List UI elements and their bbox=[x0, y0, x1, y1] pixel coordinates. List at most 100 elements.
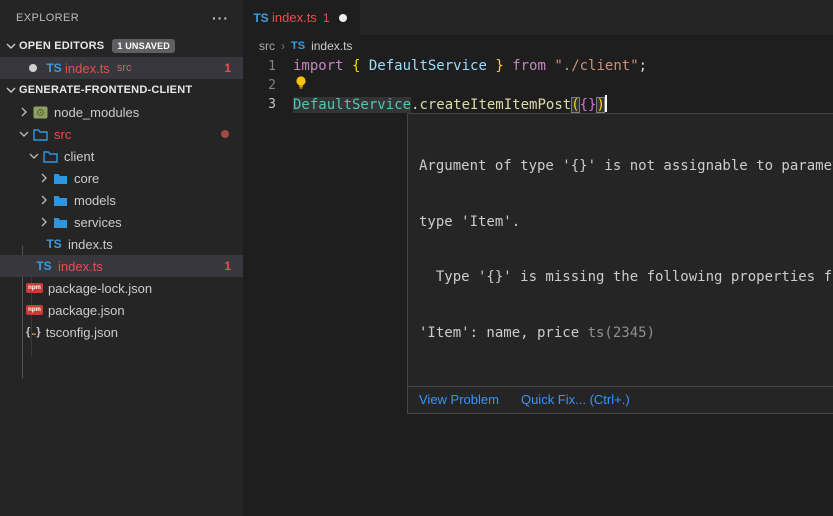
chevron-right-icon: › bbox=[281, 39, 285, 53]
error-count-badge: 1 bbox=[224, 61, 231, 75]
code-line-2[interactable]: 2 bbox=[243, 76, 833, 95]
token-brace: { bbox=[352, 58, 369, 74]
config-icon-brace: { bbox=[26, 326, 30, 338]
explorer-sidebar: EXPLORER ··· OPEN EDITORS 1 UNSAVED TS i… bbox=[0, 0, 243, 516]
editor-tab-bar: TS index.ts 1 bbox=[243, 0, 833, 35]
error-message-text: 'Item': name, price bbox=[419, 325, 588, 341]
tree-item-models[interactable]: models bbox=[0, 189, 243, 211]
tree-item-label: index.ts bbox=[58, 259, 103, 274]
tree-item-label: tsconfig.json bbox=[46, 325, 118, 340]
error-count-badge: 1 bbox=[224, 259, 231, 273]
sidebar-title: EXPLORER bbox=[16, 12, 79, 24]
tree-item-label: models bbox=[74, 193, 116, 208]
config-icon-dots: .. bbox=[31, 326, 35, 338]
chevron-right-icon bbox=[36, 214, 52, 230]
unsaved-badge: 1 UNSAVED bbox=[112, 39, 175, 53]
quick-fix-link[interactable]: Quick Fix... (Ctrl+.) bbox=[521, 392, 630, 407]
tree-item-src-index-ts[interactable]: TS index.ts 1 bbox=[0, 255, 243, 277]
token-bracket-match: ) bbox=[596, 97, 604, 113]
breadcrumb-folder[interactable]: src bbox=[259, 39, 275, 53]
tree-item-client-index-ts[interactable]: TS index.ts bbox=[0, 233, 243, 255]
error-message-line: type 'Item'. bbox=[419, 213, 833, 232]
typescript-file-icon: TS bbox=[253, 11, 269, 25]
tab-index-ts[interactable]: TS index.ts 1 bbox=[243, 0, 360, 35]
code-text: DefaultService.createItemItemPost({}) bbox=[293, 95, 607, 115]
chevron-down-icon bbox=[3, 82, 19, 98]
more-actions-icon[interactable]: ··· bbox=[212, 13, 229, 23]
code-editor[interactable]: 1 import { DefaultService } from "./clie… bbox=[243, 57, 833, 114]
view-problem-link[interactable]: View Problem bbox=[419, 392, 499, 407]
chevron-right-icon bbox=[16, 104, 32, 120]
sidebar-header: EXPLORER ··· bbox=[0, 0, 243, 35]
tree-item-core[interactable]: core bbox=[0, 167, 243, 189]
node-modules-folder-icon bbox=[32, 104, 48, 120]
tab-error-count: 1 bbox=[323, 11, 330, 25]
tree-item-tsconfig-json[interactable]: {..} tsconfig.json bbox=[0, 321, 243, 343]
token-import-binding: DefaultService bbox=[369, 58, 487, 74]
tree-item-label: services bbox=[74, 215, 122, 230]
open-folder-icon bbox=[42, 148, 58, 164]
modified-dot-icon bbox=[29, 64, 37, 72]
tree-item-package-lock-json[interactable]: npm package-lock.json bbox=[0, 277, 243, 299]
workspace-label: GENERATE-FRONTEND-CLIENT bbox=[19, 84, 192, 96]
typescript-file-icon: TS bbox=[36, 258, 52, 274]
code-line-1[interactable]: 1 import { DefaultService } from "./clie… bbox=[243, 57, 833, 76]
json-config-icon: {..} bbox=[26, 326, 41, 338]
open-editor-item-index-ts[interactable]: TS index.ts src 1 bbox=[0, 57, 243, 79]
hover-actions-bar: View Problem Quick Fix... (Ctrl+.) bbox=[408, 386, 833, 413]
open-editors-section-header[interactable]: OPEN EDITORS 1 UNSAVED bbox=[0, 35, 243, 57]
open-editors-label: OPEN EDITORS bbox=[19, 40, 104, 52]
chevron-down-icon bbox=[26, 148, 42, 164]
token-punctuation: ; bbox=[639, 58, 647, 74]
tree-item-client[interactable]: client bbox=[0, 145, 243, 167]
chevron-down-icon bbox=[16, 126, 32, 142]
error-message-line: Type '{}' is missing the following prope… bbox=[419, 268, 833, 287]
token-keyword: import bbox=[293, 58, 352, 74]
npm-icon: npm bbox=[26, 305, 43, 315]
workspace-section-header[interactable]: GENERATE-FRONTEND-CLIENT bbox=[0, 79, 243, 101]
error-message: Argument of type '{}' is not assignable … bbox=[408, 114, 833, 386]
error-hover-tooltip: Argument of type '{}' is not assignable … bbox=[407, 113, 833, 414]
tree-item-src[interactable]: src bbox=[0, 123, 243, 145]
tree-item-label: client bbox=[64, 149, 94, 164]
tab-label: index.ts bbox=[272, 10, 317, 25]
tree-item-label: package.json bbox=[48, 303, 125, 318]
config-icon-brace: } bbox=[36, 326, 40, 338]
tree-item-package-json[interactable]: npm package.json bbox=[0, 299, 243, 321]
npm-icon: npm bbox=[26, 283, 43, 293]
folder-icon bbox=[52, 170, 68, 186]
chevron-right-icon bbox=[36, 192, 52, 208]
chevron-down-icon bbox=[3, 38, 19, 54]
tree-item-services[interactable]: services bbox=[0, 211, 243, 233]
token-bracket-match: ( bbox=[571, 97, 579, 113]
tree-item-label: node_modules bbox=[54, 105, 139, 120]
error-message-line: 'Item': name, price ts(2345) bbox=[419, 324, 833, 343]
file-tree: node_modules src client bbox=[0, 101, 243, 343]
open-folder-icon bbox=[32, 126, 48, 142]
error-message-line: Argument of type '{}' is not assignable … bbox=[419, 157, 833, 176]
folder-icon bbox=[52, 192, 68, 208]
token-brace: } bbox=[487, 58, 512, 74]
line-number: 2 bbox=[243, 76, 293, 95]
folder-icon bbox=[52, 214, 68, 230]
breadcrumb: src › TS index.ts bbox=[243, 35, 833, 57]
tree-item-label: package-lock.json bbox=[48, 281, 152, 296]
line-number: 3 bbox=[243, 95, 293, 114]
breadcrumb-file[interactable]: index.ts bbox=[311, 39, 352, 53]
folder-error-dot-icon bbox=[221, 130, 229, 138]
tree-item-node-modules[interactable]: node_modules bbox=[0, 101, 243, 123]
token-function: createItemItemPost bbox=[419, 97, 571, 113]
typescript-file-icon: TS bbox=[46, 236, 62, 252]
token-string: "./client" bbox=[554, 58, 638, 74]
open-editor-file-path: src bbox=[117, 62, 132, 74]
text-cursor bbox=[605, 95, 607, 112]
open-editor-file-name: index.ts bbox=[65, 61, 110, 76]
tree-item-label: index.ts bbox=[68, 237, 113, 252]
token-error-argument: {} bbox=[580, 97, 597, 113]
line-number: 1 bbox=[243, 57, 293, 76]
code-line-3[interactable]: 3 DefaultService.createItemItemPost({}) bbox=[243, 95, 833, 114]
code-text: import { DefaultService } from "./client… bbox=[293, 57, 647, 76]
error-code: ts(2345) bbox=[588, 325, 655, 341]
modified-dot-icon[interactable] bbox=[339, 14, 347, 22]
lightbulb-icon[interactable] bbox=[294, 75, 308, 96]
